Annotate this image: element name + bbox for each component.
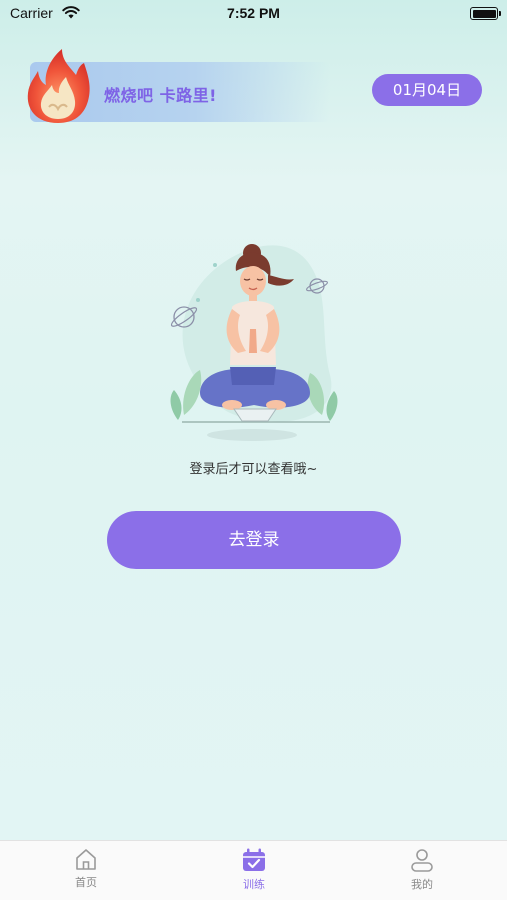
calendar-check-icon — [243, 848, 265, 871]
slogan-text: 燃烧吧 卡路里! — [104, 86, 217, 105]
fire-icon — [27, 49, 90, 123]
tab-home[interactable]: 首页 — [46, 847, 126, 897]
user-icon — [411, 849, 433, 872]
tab-mine-label: 我的 — [411, 878, 433, 891]
date-badge[interactable]: 01月04日 — [372, 74, 482, 106]
tab-training-label: 训练 — [243, 878, 265, 891]
login-hint: 登录后才可以查看哦~ — [189, 462, 318, 477]
tab-bar: 首页 训练 我的 — [0, 840, 507, 900]
status-time: 7:52 PM — [227, 5, 280, 21]
tab-training[interactable]: 训练 — [214, 847, 294, 897]
home-icon — [76, 849, 96, 870]
login-button[interactable]: 去登录 — [107, 511, 401, 569]
battery-icon — [470, 7, 501, 20]
meditation-illustration — [170, 244, 338, 441]
tab-home-label: 首页 — [75, 876, 97, 889]
status-bar: Carrier 7:52 PM — [0, 0, 507, 28]
tab-mine[interactable]: 我的 — [382, 847, 462, 897]
